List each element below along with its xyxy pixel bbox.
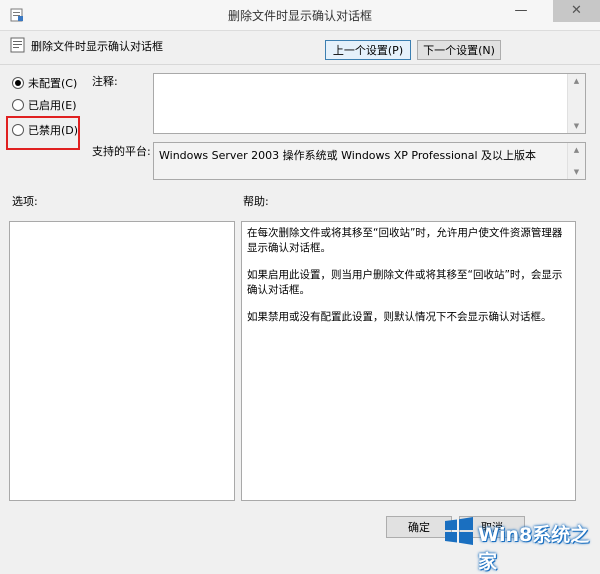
supported-platform-field: Windows Server 2003 操作系统或 Windows XP Pro…	[153, 142, 586, 180]
watermark: Win8系统之家	[440, 510, 600, 573]
windows-logo-icon	[445, 517, 473, 545]
divider	[0, 64, 600, 65]
radio-label: 已启用(E)	[28, 99, 77, 112]
policy-setting-icon	[10, 37, 25, 53]
scroll-down-icon[interactable]: ▼	[568, 168, 585, 176]
radio-indicator	[12, 99, 24, 111]
supported-platform-label: 支持的平台:	[92, 145, 151, 158]
radio-selected-indicator	[12, 77, 24, 89]
help-paragraph: 如果禁用或没有配置此设置，则默认情况下不会显示确认对话框。	[247, 311, 552, 323]
help-paragraph: 在每次删除文件或将其移至“回收站”时，允许用户使文件资源管理器显示确认对话框。	[247, 227, 563, 254]
help-panel: 在每次删除文件或将其移至“回收站”时，允许用户使文件资源管理器显示确认对话框。 …	[241, 221, 576, 501]
help-label: 帮助:	[243, 195, 269, 208]
next-setting-button[interactable]: 下一个设置(N)	[417, 40, 501, 60]
comment-label: 注释:	[92, 75, 118, 88]
scroll-down-icon[interactable]: ▼	[568, 122, 585, 130]
previous-setting-button[interactable]: 上一个设置(P)	[325, 40, 411, 60]
title-bar: 删除文件时显示确认对话框 — ✕	[0, 0, 600, 31]
comment-scrollbar[interactable]: ▲ ▼	[567, 74, 585, 133]
scroll-up-icon[interactable]: ▲	[568, 77, 585, 85]
radio-not-configured[interactable]: 未配置(C)	[12, 76, 77, 92]
watermark-text: Win8系统之家	[478, 524, 590, 573]
scroll-up-icon[interactable]: ▲	[568, 146, 585, 154]
supported-platform-value: Windows Server 2003 操作系统或 Windows XP Pro…	[159, 149, 537, 162]
radio-enabled[interactable]: 已启用(E)	[12, 98, 77, 114]
minimize-button[interactable]: —	[507, 0, 535, 22]
options-panel	[9, 221, 235, 501]
radio-label: 未配置(C)	[28, 77, 78, 90]
comment-textarea[interactable]: ▲ ▼	[153, 73, 586, 134]
help-scrollbar[interactable]	[576, 221, 588, 501]
help-text: 在每次删除文件或将其移至“回收站”时，允许用户使文件资源管理器显示确认对话框。 …	[247, 226, 570, 337]
help-paragraph: 如果启用此设置，则当用户删除文件或将其移至“回收站”时，会显示确认对话框。	[247, 269, 563, 296]
options-label: 选项:	[12, 195, 38, 208]
highlight-annotation-box	[6, 116, 80, 150]
close-button[interactable]: ✕	[553, 0, 600, 22]
platform-scrollbar[interactable]: ▲ ▼	[567, 143, 585, 179]
policy-name: 删除文件时显示确认对话框	[31, 40, 163, 53]
